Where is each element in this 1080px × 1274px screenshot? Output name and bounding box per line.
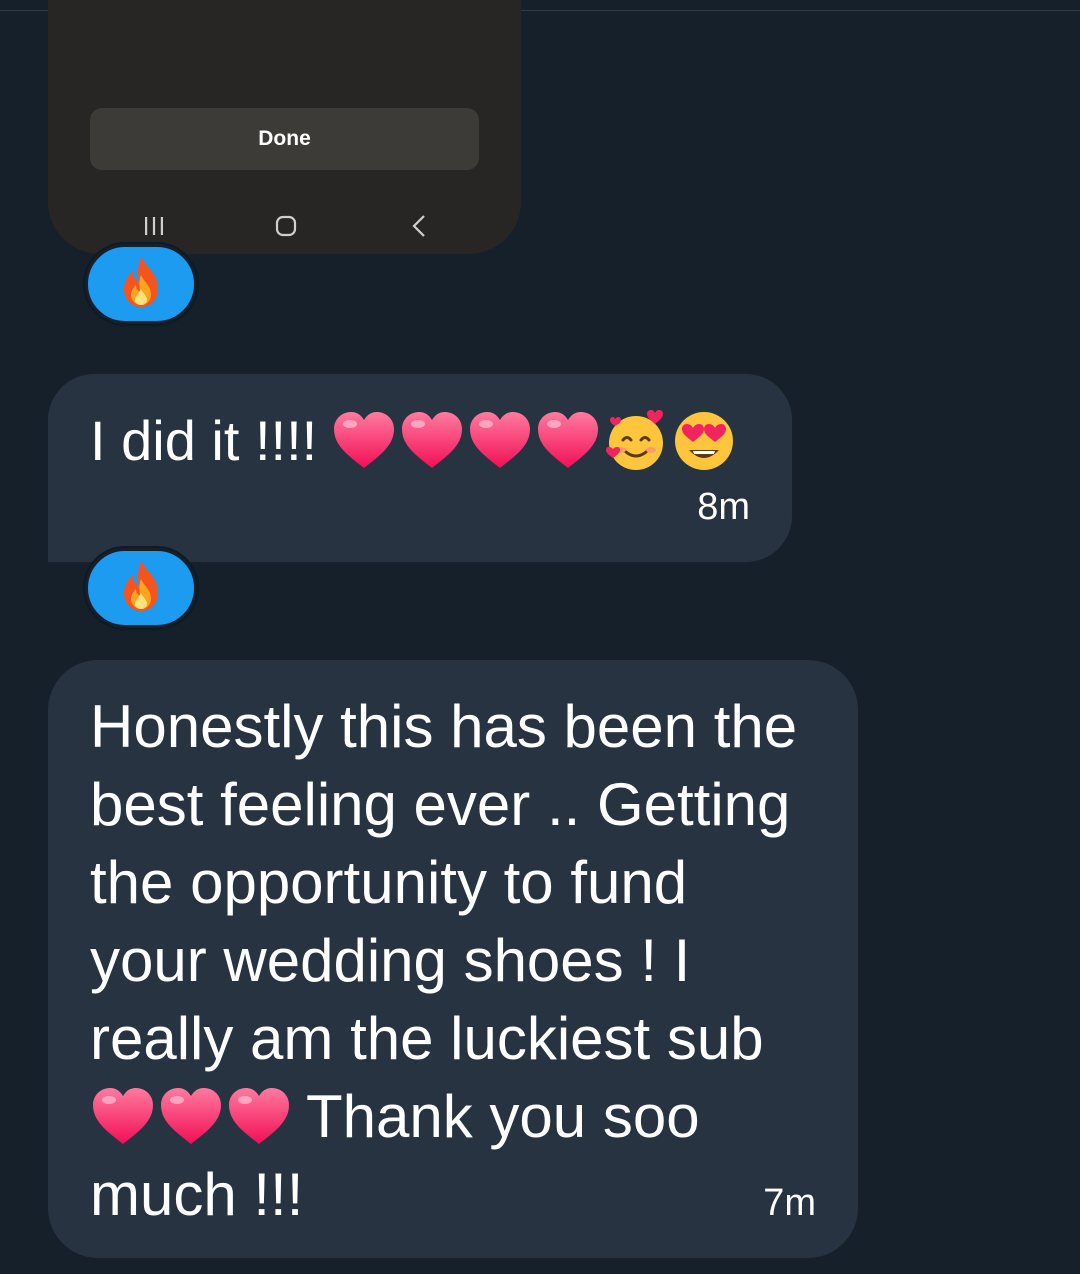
message-line: the opportunity to fund — [90, 849, 688, 916]
message-line: really am the luckiest sub — [90, 1005, 764, 1072]
message-line: much !!! — [90, 1161, 304, 1228]
emoji-row — [90, 1086, 292, 1148]
home-icon — [271, 211, 301, 241]
message-timestamp: 7m — [763, 1182, 816, 1224]
fire-icon — [116, 255, 166, 314]
smiling-face-with-hearts-icon — [603, 408, 669, 474]
fire-reaction[interactable] — [85, 244, 197, 324]
heart-icon — [535, 410, 601, 472]
fire-reaction[interactable] — [85, 548, 197, 628]
shared-screenshot-image[interactable]: Done — [48, 0, 521, 254]
message-line: best feeling ever .. Getting — [90, 771, 791, 838]
heart-icon — [331, 410, 397, 472]
message-text: Honestly this has been the best feeling … — [90, 688, 820, 1234]
message-bubble[interactable]: I did it !!!! 8m — [48, 374, 792, 562]
message-bubble[interactable]: Honestly this has been the best feeling … — [48, 660, 858, 1258]
back-icon — [404, 211, 434, 241]
heart-icon — [90, 1086, 156, 1148]
emoji-row — [331, 408, 737, 474]
message-text: I did it !!!! — [90, 408, 737, 474]
message-line: Honestly this has been the — [90, 693, 798, 760]
message-text-content: I did it !!!! — [90, 409, 318, 472]
recent-apps-icon — [139, 211, 169, 241]
heart-icon — [399, 410, 465, 472]
message-timestamp: 8m — [697, 486, 750, 528]
heart-icon — [226, 1086, 292, 1148]
heart-eyes-icon — [671, 408, 737, 474]
heart-icon — [467, 410, 533, 472]
message-line: Thank you soo — [306, 1083, 700, 1150]
message-line-with-emojis: Thank you soo — [90, 1078, 820, 1156]
heart-icon — [158, 1086, 224, 1148]
done-button: Done — [90, 108, 479, 170]
fire-icon — [116, 559, 166, 618]
message-line: your wedding shoes ! I — [90, 927, 691, 994]
